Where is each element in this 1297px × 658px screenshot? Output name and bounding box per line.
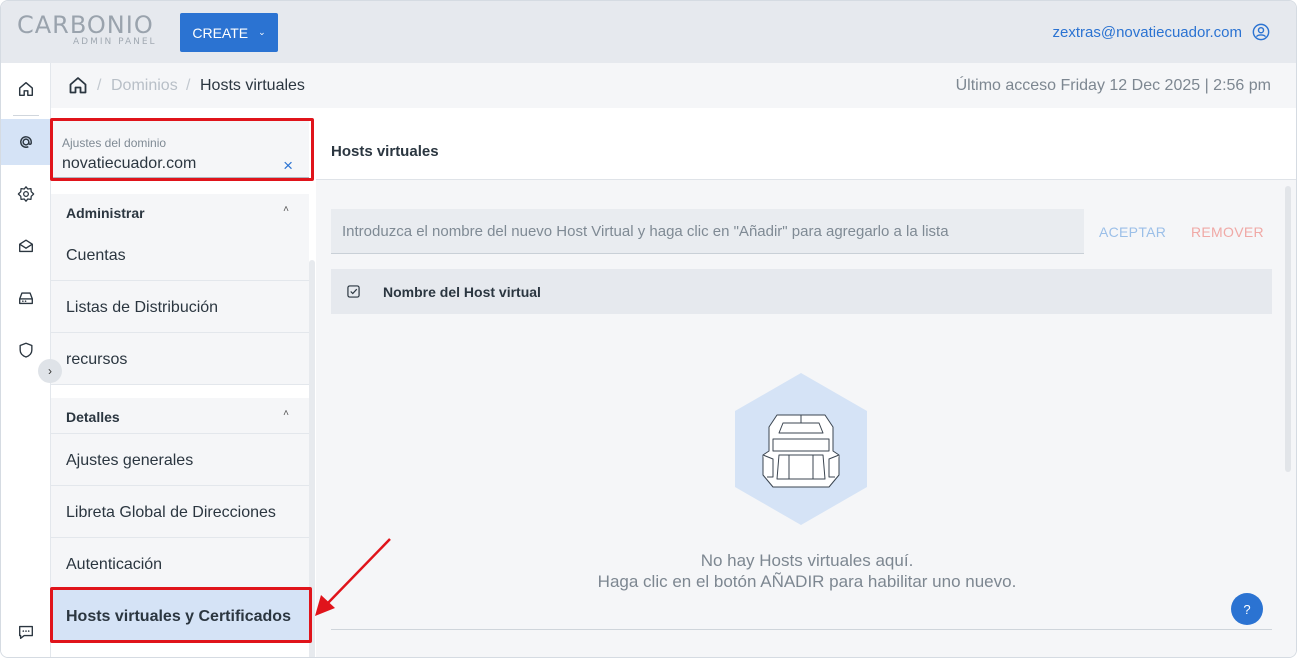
rail-domains[interactable]: [1, 119, 51, 165]
section-detalles[interactable]: Detalles ˄: [51, 398, 309, 434]
breadcrumb-domains-link[interactable]: Dominios: [111, 77, 178, 95]
main-scrollbar[interactable]: [1285, 186, 1291, 472]
carbonio-logo[interactable]: CARBONIO ADMIN PANEL: [17, 12, 162, 52]
rail-home[interactable]: [1, 66, 51, 112]
select-all-checkbox-icon[interactable]: [347, 285, 360, 298]
accept-button[interactable]: ACEPTAR: [1099, 224, 1166, 240]
logo-subtitle: ADMIN PANEL: [73, 37, 157, 47]
nav-item-gal[interactable]: Libreta Global de Direcciones: [51, 486, 309, 538]
user-account-icon[interactable]: [1252, 23, 1270, 41]
breadcrumb-current: Hosts virtuales: [200, 77, 305, 94]
nav-item-cuentas[interactable]: Cuentas: [51, 229, 309, 281]
help-button[interactable]: ?: [1231, 593, 1263, 625]
rail-mail[interactable]: [1, 223, 51, 269]
virtual-host-input[interactable]: Introduzca el nombre del nuevo Host Virt…: [331, 209, 1084, 254]
section-title: Administrar: [66, 205, 145, 221]
home-icon: [18, 81, 34, 97]
nav-item-ajustes-generales[interactable]: Ajustes generales: [51, 434, 309, 486]
gear-icon: [17, 186, 35, 202]
shield-icon: [19, 342, 33, 358]
breadcrumb: / Dominios / Hosts virtuales Último acce…: [51, 63, 1296, 108]
content-header: Hosts virtuales: [316, 108, 1296, 180]
rail-storage[interactable]: [1, 275, 51, 321]
virtual-host-input-placeholder: Introduzca el nombre del nuevo Host Virt…: [342, 223, 949, 240]
nav-item-recursos[interactable]: recursos: [51, 333, 309, 385]
breadcrumb-separator: /: [97, 77, 102, 94]
empty-state-hint: Haga clic en el botón AÑADIR para habili…: [597, 572, 1017, 591]
create-button[interactable]: CREATE ⌄: [180, 13, 278, 52]
storage-icon: [19, 292, 33, 305]
nav-item-label: Listas de Distribución: [66, 299, 219, 316]
logo-brand: CARBONIO: [17, 11, 154, 39]
chevron-up-icon: ˄: [283, 204, 289, 215]
column-header-host-name[interactable]: Nombre del Host virtual: [383, 284, 541, 300]
empty-state-illustration: [735, 373, 867, 525]
nav-item-listas[interactable]: Listas de Distribución: [51, 281, 309, 333]
last-access-text: Último acceso Friday 12 Dec 2025 | 2:56 …: [955, 77, 1271, 94]
highlight-hosts-item: [50, 587, 312, 643]
domain-settings-panel: Ajustes del dominio novatiecuador.com × …: [51, 108, 316, 657]
main-content: Hosts virtuales Introduzca el nombre del…: [316, 108, 1296, 657]
chevron-up-icon: ˄: [283, 408, 289, 419]
expand-sidebar-button[interactable]: ›: [38, 359, 62, 383]
chat-icon[interactable]: [17, 623, 35, 641]
section-administrar[interactable]: Administrar ˄: [51, 194, 309, 230]
page-title: Hosts virtuales: [331, 143, 439, 160]
user-email[interactable]: zextras@novatiecuador.com: [1053, 24, 1243, 41]
mailbox-icon: [19, 239, 33, 253]
breadcrumb-separator: /: [186, 77, 191, 94]
nav-item-label: Autenticación: [66, 556, 163, 573]
highlight-domain-box: [50, 118, 314, 181]
nav-item-label: Libreta Global de Direcciones: [66, 504, 276, 521]
table-bottom-divider: [331, 629, 1272, 630]
chevron-right-icon: ›: [48, 364, 52, 378]
breadcrumb-home-icon[interactable]: [68, 75, 88, 95]
at-icon: [20, 136, 32, 148]
nav-item-label: Ajustes generales: [66, 452, 194, 469]
nav-item-label: Cuentas: [66, 247, 126, 264]
table-header: Nombre del Host virtual: [331, 269, 1272, 314]
nav-item-autenticacion[interactable]: Autenticación: [51, 538, 309, 590]
nav-item-label: recursos: [66, 351, 128, 368]
app-window: CARBONIO ADMIN PANEL CREATE ⌄ zextras@no…: [0, 0, 1297, 658]
rail-divider: [13, 115, 39, 116]
section-title: Detalles: [66, 409, 120, 425]
create-button-label: CREATE: [192, 24, 249, 41]
top-header: CARBONIO ADMIN PANEL CREATE ⌄ zextras@no…: [1, 1, 1296, 63]
empty-state-title: No hay Hosts virtuales aquí.: [700, 551, 914, 570]
remove-button[interactable]: REMOVER: [1191, 224, 1264, 240]
help-icon: ?: [1243, 601, 1251, 617]
chevron-down-icon: ⌄: [258, 27, 266, 37]
rail-settings[interactable]: [1, 171, 51, 217]
